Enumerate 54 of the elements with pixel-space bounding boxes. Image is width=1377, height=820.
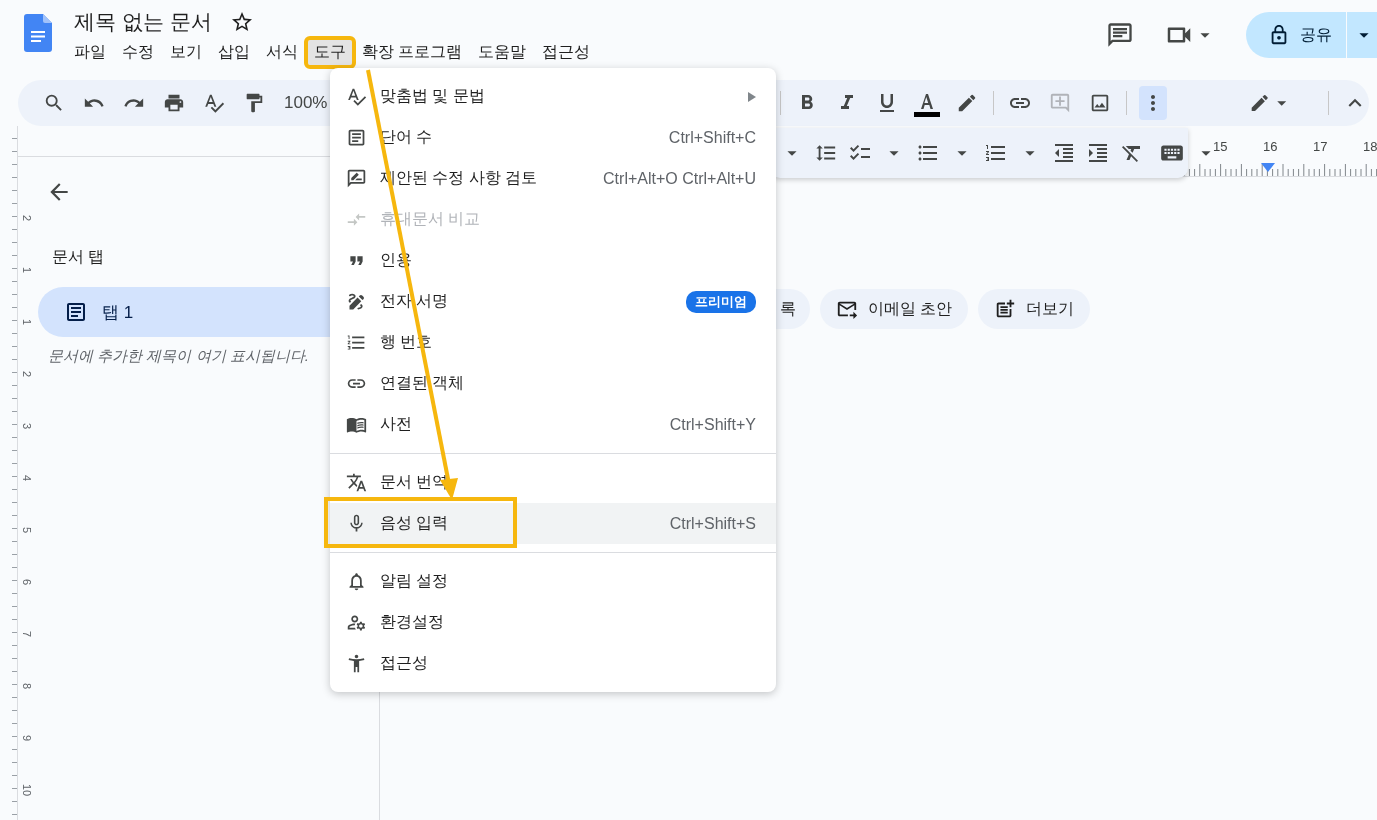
star-icon[interactable] bbox=[229, 10, 254, 34]
menu-tab[interactable]: 보기 bbox=[164, 40, 208, 65]
comment-icon[interactable] bbox=[1106, 21, 1134, 49]
ruler-number: 5 bbox=[20, 525, 33, 536]
menu-tab[interactable]: 접근성 bbox=[536, 40, 597, 65]
submenu-arrow-icon bbox=[748, 91, 756, 102]
share-button[interactable]: 공유 bbox=[1246, 12, 1377, 58]
ruler-number: 7 bbox=[20, 629, 33, 640]
note-add-icon bbox=[994, 298, 1017, 320]
ruler-number: 9 bbox=[20, 733, 33, 744]
pen-comment-icon bbox=[346, 168, 368, 189]
ruler-number: 3 bbox=[20, 421, 33, 432]
zoom-level[interactable]: 100% bbox=[284, 93, 328, 113]
menu-tab[interactable]: 삽입 bbox=[212, 40, 256, 65]
ruler-number: 16 bbox=[1263, 139, 1279, 154]
ruler-number: 4 bbox=[20, 473, 33, 484]
translate-icon bbox=[346, 472, 368, 493]
menu-tab[interactable]: 도움말 bbox=[472, 40, 533, 65]
shortcut-text: Ctrl+Shift+Y bbox=[669, 415, 756, 434]
ruler-number: 2 bbox=[20, 369, 33, 380]
suggestion-chip[interactable]: 더보기 bbox=[978, 289, 1091, 329]
document-title[interactable]: 제목 없는 문서 bbox=[74, 8, 212, 36]
menu-tab[interactable]: 확장 프로그램 bbox=[356, 40, 469, 65]
document-icon bbox=[64, 300, 88, 324]
spellcheck-icon bbox=[346, 86, 368, 107]
docs-logo-icon[interactable] bbox=[24, 14, 52, 52]
menu-tab[interactable]: 수정 bbox=[116, 40, 160, 65]
ruler-number: 15 bbox=[1213, 139, 1229, 154]
ruler-number: 6 bbox=[20, 577, 33, 588]
ruler-number: 17 bbox=[1313, 139, 1329, 154]
ruler-number: 1 bbox=[20, 317, 33, 328]
menu-tab[interactable]: 서식 bbox=[260, 40, 304, 65]
sidebar-hint: 문서에 추가한 제목이 여기 표시됩니다. bbox=[47, 347, 310, 366]
ruler-number: 8 bbox=[20, 681, 33, 692]
menu-item[interactable]: 연결된 객체 bbox=[330, 363, 776, 404]
shortcut-text: Ctrl+Alt+O Ctrl+Alt+U bbox=[603, 169, 756, 188]
ruler-number: 10 bbox=[20, 783, 33, 797]
shortcut-text: Ctrl+Shift+S bbox=[669, 514, 756, 533]
menu-item[interactable]: 사전 Ctrl+Shift+Y bbox=[330, 404, 776, 445]
menu-item[interactable]: 접근성 bbox=[330, 643, 776, 684]
menu-tab[interactable]: 파일 bbox=[68, 40, 112, 65]
menu-item[interactable]: 맞춤법 및 문법 bbox=[330, 76, 776, 117]
premium-badge: 프리미엄 bbox=[686, 290, 756, 313]
indent-marker-icon[interactable] bbox=[1261, 163, 1275, 173]
ruler-number: 1 bbox=[20, 265, 33, 276]
ruler-number: 18 bbox=[1363, 139, 1377, 154]
more-icon[interactable] bbox=[1139, 86, 1167, 120]
menu-item[interactable]: 음성 입력 Ctrl+Shift+S bbox=[330, 503, 776, 544]
menu-item[interactable]: 환경설정 bbox=[330, 602, 776, 643]
shortcut-text: Ctrl+Shift+C bbox=[668, 128, 756, 147]
menu-item[interactable]: 알림 설정 bbox=[330, 561, 776, 602]
suggestion-chip[interactable]: 이메일 초안 bbox=[820, 289, 969, 329]
sidebar-heading: 문서 탭 bbox=[52, 246, 105, 267]
ruler-number: 2 bbox=[20, 213, 33, 224]
